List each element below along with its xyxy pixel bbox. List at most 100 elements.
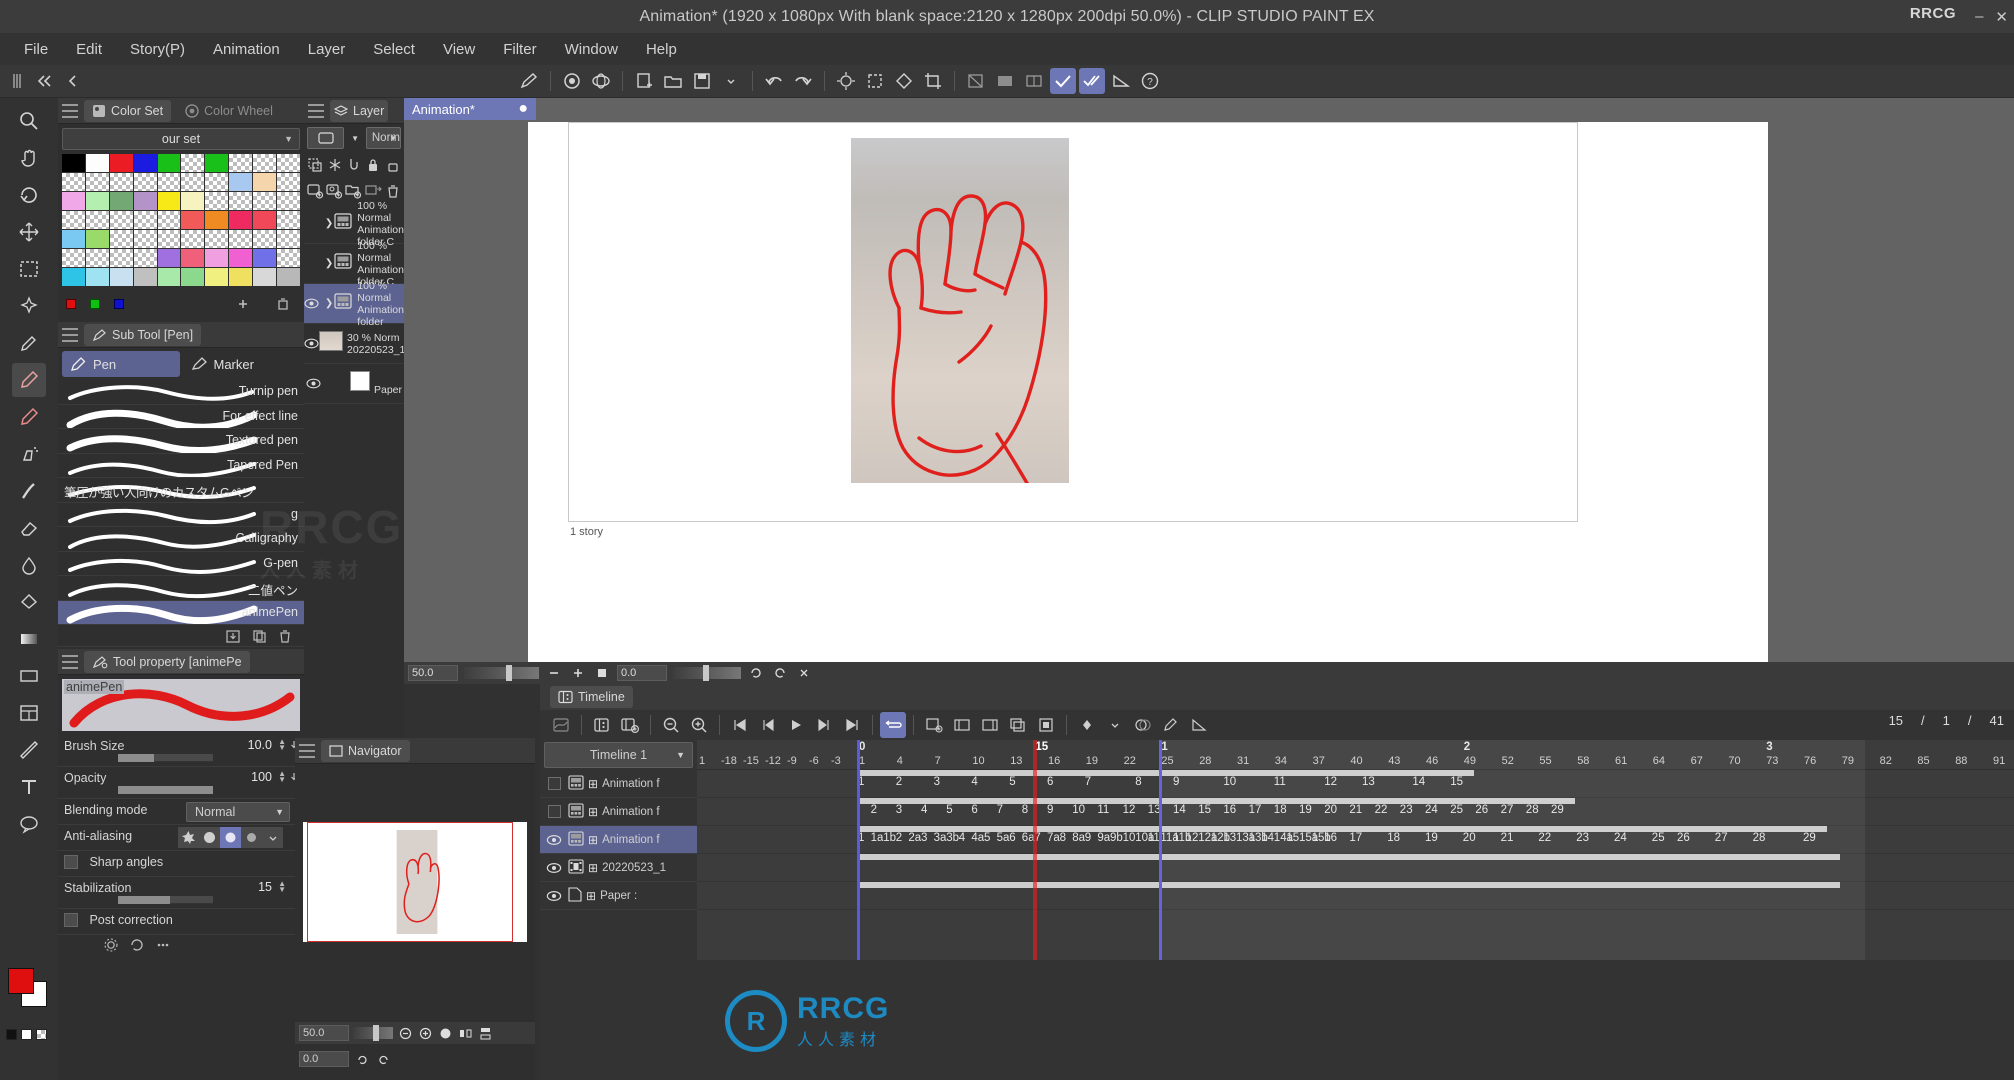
- color-swatch[interactable]: [253, 268, 277, 286]
- duplicate-sub-tool-icon[interactable]: [246, 623, 272, 649]
- track-visibility-checkbox[interactable]: [547, 777, 561, 790]
- redo-icon[interactable]: [790, 68, 816, 94]
- color-swatch[interactable]: [62, 230, 85, 248]
- eraser-icon[interactable]: [12, 511, 46, 545]
- new-timeline-icon[interactable]: [589, 712, 615, 738]
- color-swatch[interactable]: [133, 268, 157, 286]
- timeline-track-name[interactable]: ⊞ Animation f: [540, 770, 697, 798]
- color-swatch[interactable]: [253, 230, 277, 248]
- expand-arrow-icon[interactable]: ❯: [325, 258, 333, 269]
- anti-aliasing-options[interactable]: [178, 827, 283, 848]
- brush-list-item[interactable]: Textured pen: [58, 429, 304, 454]
- color-swatch[interactable]: [277, 211, 300, 229]
- magnifier-tool-icon[interactable]: [12, 104, 46, 138]
- track-expand-icon[interactable]: ⊞: [588, 833, 598, 847]
- brush-list-item[interactable]: 筆圧が強い人向けのカスタムGペン: [58, 478, 304, 503]
- color-swatch[interactable]: [157, 249, 181, 267]
- color-swatch[interactable]: [205, 192, 229, 210]
- zoom-out-icon[interactable]: [397, 1025, 413, 1041]
- new-animation-cel-icon[interactable]: [921, 712, 947, 738]
- timeline-cell[interactable]: 3b: [946, 832, 959, 844]
- timeline-cell[interactable]: 3: [921, 832, 927, 844]
- check-all-icon[interactable]: [1079, 68, 1105, 94]
- close-icon[interactable]: ✕: [1995, 8, 2008, 26]
- timeline-cell[interactable]: 4a: [971, 832, 984, 844]
- move-tool-icon[interactable]: [12, 215, 46, 249]
- timeline-cell[interactable]: 10: [1072, 804, 1085, 816]
- flip-horizontal-icon[interactable]: [457, 1025, 473, 1041]
- color-swatch[interactable]: [157, 230, 181, 248]
- timeline-cell[interactable]: 7: [1085, 776, 1091, 788]
- layer-row[interactable]: ❯ 100 % Normal Animation folder C: [304, 240, 404, 288]
- hamburger-icon[interactable]: [299, 743, 315, 758]
- settings-gear-icon[interactable]: [98, 932, 124, 958]
- sharp-angles-checkbox[interactable]: [64, 855, 78, 869]
- hamburger-icon[interactable]: [62, 327, 78, 342]
- lock-icon[interactable]: [364, 154, 382, 176]
- specify-cel-icon[interactable]: [949, 712, 975, 738]
- brush-tool-icon[interactable]: [12, 474, 46, 508]
- color-swatch[interactable]: [85, 154, 109, 172]
- delete-swatch-icon[interactable]: [270, 291, 296, 317]
- brush-list-item[interactable]: For effect line: [58, 405, 304, 429]
- timeline-cell[interactable]: 8: [1022, 804, 1028, 816]
- fit-screen-icon[interactable]: [593, 664, 611, 682]
- counter-total-frames[interactable]: 41: [1990, 713, 2004, 728]
- color-swatch-grid[interactable]: [62, 154, 300, 286]
- color-swatch[interactable]: [181, 211, 205, 229]
- back-icon[interactable]: [60, 68, 86, 94]
- canvas-tab-animation[interactable]: Animation* ●: [404, 98, 536, 120]
- quick-color-white[interactable]: [21, 1029, 32, 1040]
- hamburger-icon[interactable]: [62, 103, 78, 118]
- tab-sub-tool[interactable]: Sub Tool [Pen]: [84, 323, 202, 346]
- color-swatch[interactable]: [85, 211, 109, 229]
- timeline-cell[interactable]: 8a: [1072, 832, 1085, 844]
- color-swatch[interactable]: [205, 211, 229, 229]
- brush-list[interactable]: Turnip pen For effect line Textured pen Tap…: [58, 380, 304, 625]
- color-swatch[interactable]: [181, 249, 205, 267]
- color-swatch[interactable]: [229, 173, 253, 191]
- prop-sharp-angles[interactable]: Sharp angles: [58, 851, 304, 877]
- crop-icon[interactable]: [920, 68, 946, 94]
- color-swatch[interactable]: [229, 230, 253, 248]
- frame-tool-icon[interactable]: [12, 696, 46, 730]
- rotate-left-icon[interactable]: [747, 664, 765, 682]
- layer-row[interactable]: Paper: [304, 364, 404, 404]
- track-visibility-checkbox[interactable]: [547, 805, 561, 818]
- timeline-cell[interactable]: 6: [971, 804, 977, 816]
- color-circle-icon[interactable]: [559, 68, 585, 94]
- color-swatch[interactable]: [109, 173, 133, 191]
- canvas-zoom-value[interactable]: 50.0: [408, 665, 458, 681]
- timeline-cell[interactable]: 3: [896, 804, 902, 816]
- color-swatch[interactable]: [277, 268, 300, 286]
- cut-icon[interactable]: [862, 68, 888, 94]
- canvas-paper[interactable]: 1 story: [528, 122, 1768, 662]
- brush-list-item[interactable]: G-pen: [58, 552, 304, 576]
- track-visibility-toggle[interactable]: [544, 805, 564, 818]
- color-swatch[interactable]: [229, 268, 253, 286]
- color-swatch[interactable]: [109, 211, 133, 229]
- prop-blending-mode[interactable]: Blending mode Normal ▼: [58, 799, 304, 825]
- color-swatch[interactable]: [277, 154, 300, 172]
- ruler-snap-icon[interactable]: [325, 154, 343, 176]
- help-circle-icon[interactable]: ?: [1137, 68, 1163, 94]
- keyframe-dropdown-icon[interactable]: [1102, 712, 1128, 738]
- chevron-down-icon[interactable]: ▼: [347, 127, 363, 149]
- timeline-grid[interactable]: 1 -18 -15 -12 -9 -6 -3 0 15 1 2 3 1 4 7 10 13 16 19 22 25 28 3…: [697, 740, 2014, 960]
- track-visibility-toggle[interactable]: [544, 862, 564, 874]
- track-visibility-toggle[interactable]: [544, 777, 564, 790]
- sparkle-icon[interactable]: [833, 68, 859, 94]
- layer-mask-selector[interactable]: [307, 127, 345, 149]
- color-swatch[interactable]: [62, 211, 85, 229]
- timeline-cell[interactable]: 6: [1047, 776, 1053, 788]
- navigator-viewport-rect[interactable]: [307, 822, 514, 942]
- delete-cel-icon[interactable]: [977, 712, 1003, 738]
- go-to-start-icon[interactable]: [727, 712, 753, 738]
- timeline-track-name[interactable]: ⊞ Animation f: [540, 798, 697, 826]
- tab-color-wheel[interactable]: Color Wheel: [177, 100, 281, 122]
- timeline-track-name[interactable]: ⊞ Animation f: [540, 826, 697, 854]
- timeline-cell[interactable]: 4: [971, 776, 977, 788]
- swatch-chip-green[interactable]: [90, 299, 100, 309]
- color-swatch[interactable]: [133, 154, 157, 172]
- timeline-cell[interactable]: 9a: [1097, 832, 1110, 844]
